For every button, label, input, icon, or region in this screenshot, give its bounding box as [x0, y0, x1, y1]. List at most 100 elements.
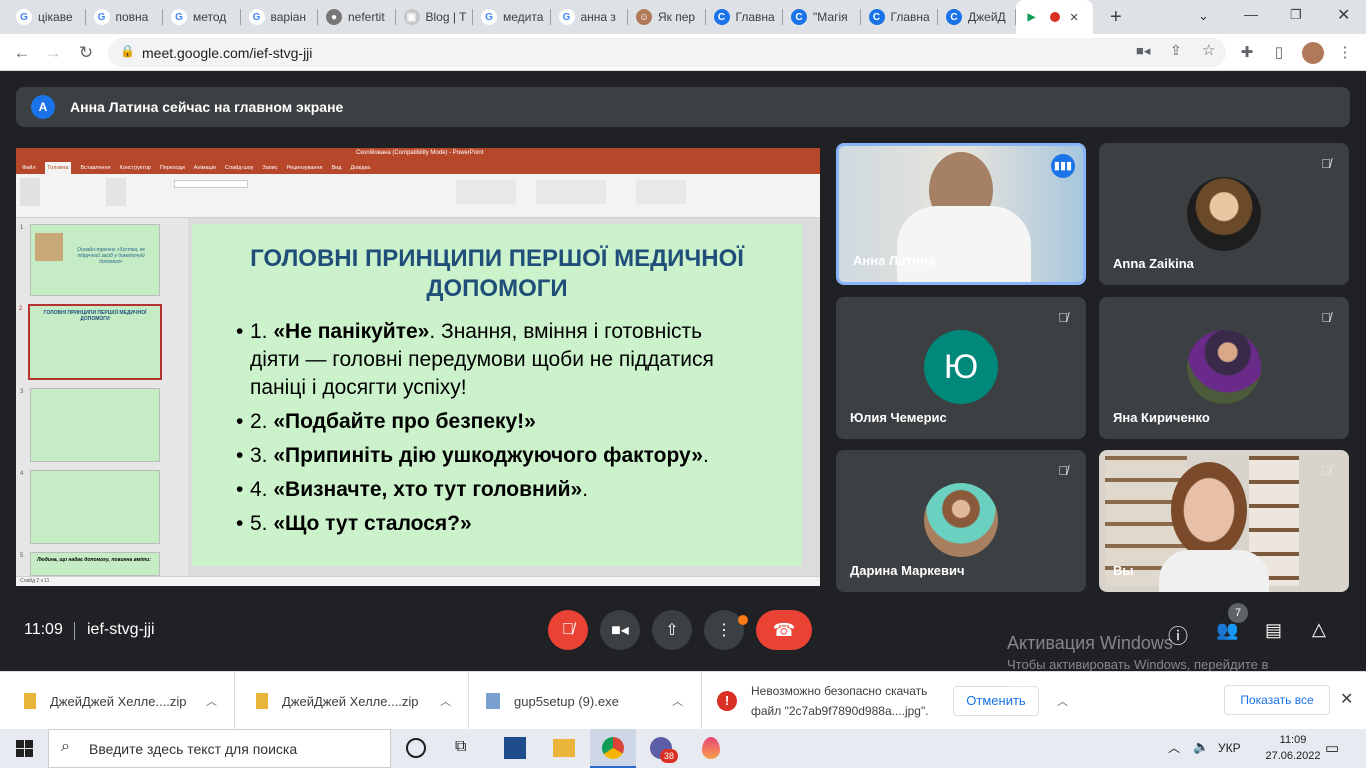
- file-explorer-icon[interactable]: [553, 739, 575, 757]
- clock-time[interactable]: 11:09: [1268, 734, 1318, 746]
- chevron-up-icon[interactable]: ︿: [1057, 693, 1068, 709]
- browser-tab[interactable]: Gанна з: [551, 0, 628, 34]
- slide-canvas[interactable]: ГОЛОВНІ ПРИНЦИПИ ПЕРШОЇ МЕДИЧНОЇ ДОПОМОГ…: [192, 224, 802, 566]
- omnibox[interactable]: 🔒 meet.google.com/ief-stvg-jji ■◂ ⇪ ☆: [108, 38, 1226, 67]
- tab-title: Главна: [890, 10, 930, 24]
- new-tab-button[interactable]: +: [1110, 6, 1122, 29]
- banner-text: Анна Латина сейчас на главном экране: [70, 99, 344, 115]
- chrome-taskbar-button[interactable]: [590, 729, 636, 768]
- browser-tab[interactable]: C ДжейД: [938, 0, 1016, 34]
- chat-icon[interactable]: ▤: [1265, 620, 1282, 641]
- download-item[interactable]: ДжейДжей Хелле....zip ︿: [236, 672, 469, 730]
- tray-chevron-icon[interactable]: ︿: [1168, 739, 1180, 756]
- back-icon[interactable]: ←: [11, 42, 33, 64]
- bookmark-star-icon[interactable]: ☆: [1202, 41, 1215, 59]
- url-text: meet.google.com/ief-stvg-jji: [142, 44, 313, 61]
- participant-tile-self[interactable]: 🎙̸ Вы: [1099, 450, 1349, 592]
- browser-tab[interactable]: Gповна: [86, 0, 163, 34]
- chevron-up-icon[interactable]: ︿: [206, 693, 217, 709]
- minimize-icon[interactable]: —: [1244, 6, 1258, 22]
- present-screen-button[interactable]: ⇧: [652, 610, 692, 650]
- mic-off-icon: 🎙̸: [1321, 310, 1331, 325]
- thumb-number: 2: [19, 306, 23, 312]
- participant-tile[interactable]: 🎙̸ Anna Zaikina: [1099, 143, 1349, 285]
- show-all-downloads-button[interactable]: Показать все: [1224, 685, 1330, 715]
- notifications-icon[interactable]: ▭: [1325, 739, 1339, 757]
- slide-bullet: • 4. «Визначте, хто тут головний».: [236, 476, 776, 504]
- bullet-bold-text: «Визначте, хто тут головний»: [273, 478, 583, 501]
- thumb-slide-5[interactable]: 5 Людина, що надає допомогу, повинна вмі…: [20, 552, 160, 576]
- browser-tab[interactable]: C "Магія: [783, 0, 861, 34]
- share-icon[interactable]: ⇪: [1170, 42, 1182, 59]
- download-item[interactable]: ДжейДжей Хелле....zip ︿: [0, 672, 235, 730]
- chevron-up-icon[interactable]: ︿: [672, 693, 683, 709]
- volume-icon[interactable]: 🔈: [1193, 739, 1209, 755]
- browser-tab[interactable]: Gваріан: [241, 0, 318, 34]
- restore-icon[interactable]: ❐: [1290, 7, 1302, 23]
- ribbon-tab[interactable]: Слайд-шоу: [225, 162, 254, 174]
- windows-start-icon[interactable]: [16, 740, 33, 757]
- browser-tab[interactable]: Gметод: [163, 0, 241, 34]
- download-item[interactable]: gup5setup (9).exe ︿: [470, 672, 702, 730]
- ribbon-tab[interactable]: Конструктор: [120, 162, 151, 174]
- participant-tile[interactable]: 🎙̸ Яна Кириченко: [1099, 297, 1349, 439]
- side-panel-icon[interactable]: ▯: [1268, 42, 1290, 64]
- tab-search-icon[interactable]: ⌄: [1198, 8, 1209, 24]
- close-window-icon[interactable]: ✕: [1337, 5, 1350, 25]
- browser-tab[interactable]: Gцікаве: [8, 0, 86, 34]
- participant-tile[interactable]: ▮▮▮ Анна Латина: [836, 143, 1086, 285]
- browser-tab[interactable]: C Главна: [706, 0, 783, 34]
- mic-toggle-button[interactable]: 🎙̸: [548, 610, 588, 650]
- browser-tab[interactable]: Gмедита: [473, 0, 551, 34]
- profile-avatar[interactable]: [1302, 42, 1324, 64]
- ribbon-tab[interactable]: Запис: [262, 162, 277, 174]
- cortana-icon[interactable]: [406, 738, 426, 758]
- camera-icon[interactable]: ■◂: [1136, 43, 1150, 59]
- ribbon-tab[interactable]: Переходи: [160, 162, 185, 174]
- camera-toggle-button[interactable]: ■◂: [600, 610, 640, 650]
- close-downloads-icon[interactable]: ✕: [1340, 689, 1353, 709]
- extensions-icon[interactable]: ✚: [1236, 42, 1258, 64]
- ribbon-tab[interactable]: Головна: [44, 162, 72, 174]
- hang-up-icon: ☎: [772, 620, 796, 640]
- browser-tab[interactable]: C Главна: [861, 0, 938, 34]
- thumb-slide-3[interactable]: 3: [20, 388, 160, 462]
- participant-tile[interactable]: 🎙̸ Дарина Маркевич: [836, 450, 1086, 592]
- tab-title: Blog | T: [425, 10, 467, 24]
- ribbon-tab[interactable]: Вид: [331, 162, 341, 174]
- activation-watermark-title: Активация Windows: [1007, 633, 1173, 653]
- clock-date[interactable]: 27.06.2022: [1260, 750, 1326, 762]
- browser-tab[interactable]: ● nefertit: [318, 0, 396, 34]
- language-indicator[interactable]: УКР: [1218, 741, 1241, 755]
- forward-icon[interactable]: →: [42, 42, 64, 64]
- leave-call-button[interactable]: ☎: [756, 610, 812, 650]
- exe-file-icon: [486, 693, 500, 709]
- people-icon[interactable]: 👥: [1216, 620, 1238, 641]
- chevron-up-icon[interactable]: ︿: [440, 693, 451, 709]
- participant-tile[interactable]: Ю 🎙̸ Юлия Чемерис: [836, 297, 1086, 439]
- ribbon-tab[interactable]: Вставлення: [80, 162, 110, 174]
- tab-active[interactable]: ▶ ✕: [1015, 0, 1093, 34]
- tab-title: nefertit: [348, 10, 385, 24]
- ribbon-tab[interactable]: Рецензування: [287, 162, 323, 174]
- slide-bullet: • 3. «Припиніть дію ушкоджуючого фактору»…: [236, 442, 776, 470]
- ribbon-tab[interactable]: Файл: [22, 162, 36, 174]
- task-view-icon[interactable]: ⧉: [455, 738, 466, 756]
- thumb-slide-4[interactable]: 4: [20, 470, 160, 544]
- menu-dots-icon[interactable]: ⋮: [1334, 42, 1356, 64]
- floppy-app-icon[interactable]: [504, 737, 526, 759]
- bullet-dot: •: [236, 512, 244, 535]
- taskbar-search-box[interactable]: ⌕ Введите здесь текст для поиска: [48, 729, 391, 768]
- close-tab-icon[interactable]: ✕: [1070, 11, 1079, 24]
- ribbon-tab[interactable]: Довідка: [350, 162, 370, 174]
- thumb-number: 3: [20, 389, 24, 395]
- ribbon-tab[interactable]: Анімація: [194, 162, 216, 174]
- browser-tab[interactable]: ☺ Як пер: [628, 0, 706, 34]
- drop-app-icon[interactable]: [702, 737, 720, 759]
- browser-tab[interactable]: ▣ Blog | T: [396, 0, 473, 34]
- activities-icon[interactable]: △: [1312, 619, 1326, 640]
- thumb-slide-1[interactable]: 1 Онлайн-тренінг «Хустка, як підручний з…: [20, 224, 160, 296]
- thumb-slide-2[interactable]: 2 ГОЛОВНІ ПРИНЦИПИ ПЕРШОЇ МЕДИЧНОЇ ДОПОМ…: [19, 304, 162, 380]
- reload-icon[interactable]: ↻: [75, 42, 97, 64]
- google-icon: G: [558, 9, 575, 25]
